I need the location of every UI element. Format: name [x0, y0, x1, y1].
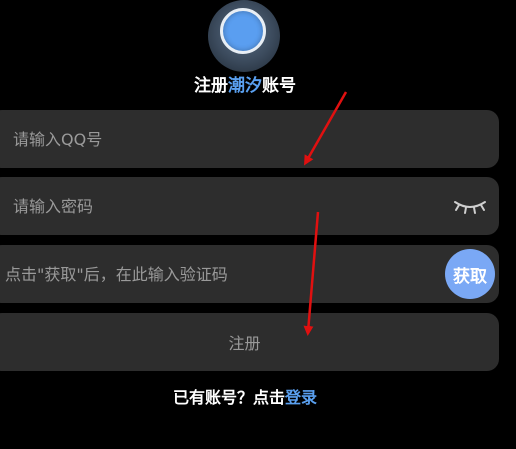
login-link[interactable]: 登录	[285, 388, 317, 407]
app-logo-icon	[208, 0, 280, 72]
register-button[interactable]: 注册	[0, 313, 499, 371]
page-title: 注册潮汐账号	[0, 74, 490, 98]
login-prompt-text: 已有账号？点击	[172, 388, 285, 407]
title-prefix: 注册	[194, 76, 228, 96]
verification-code-field: 获取	[0, 245, 499, 303]
login-prompt: 已有账号？点击登录	[0, 384, 490, 408]
title-suffix: 账号	[262, 76, 296, 96]
verification-code-input[interactable]	[5, 245, 425, 303]
logo-ring	[220, 8, 266, 54]
qq-field	[0, 110, 499, 168]
eye-closed-icon[interactable]	[451, 194, 489, 218]
qq-input[interactable]	[13, 110, 433, 168]
get-code-button[interactable]: 获取	[445, 249, 495, 299]
password-input[interactable]	[13, 177, 433, 235]
title-brand: 潮汐	[228, 76, 262, 96]
password-field	[0, 177, 499, 235]
